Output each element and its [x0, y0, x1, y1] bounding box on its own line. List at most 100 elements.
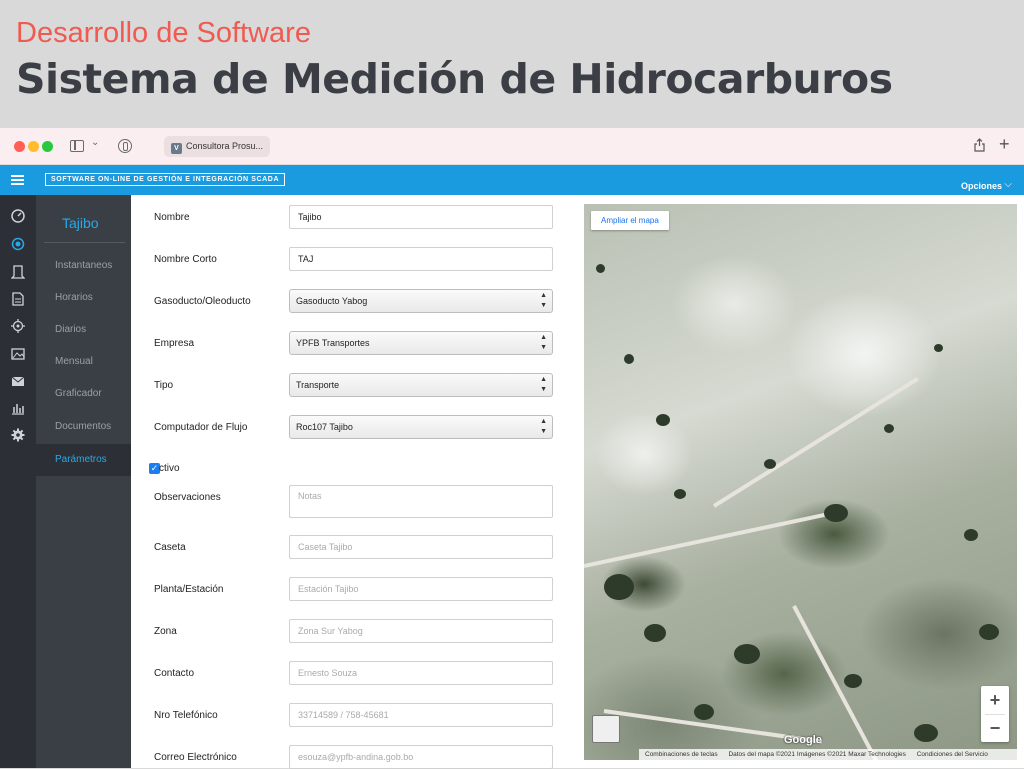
section-nav: Tajibo Instantaneos Horarios Diarios Men…	[36, 195, 131, 768]
nav-item-instantaneos[interactable]: Instantaneos	[36, 250, 131, 282]
map-tree	[604, 574, 634, 600]
nav-item-horarios[interactable]: Horarios	[36, 282, 131, 314]
close-window-button[interactable]	[14, 141, 25, 152]
gasoducto-value: Gasoducto Yabog	[296, 296, 368, 306]
correo-label: Correo Electrónico	[154, 752, 237, 763]
nombre-label: Nombre	[154, 212, 190, 223]
nombre-input[interactable]: Tajibo	[289, 205, 553, 229]
nav-item-graficador[interactable]: Graficador	[36, 378, 131, 410]
gasoducto-label: Gasoducto/Oleoducto	[154, 296, 251, 307]
browser-tab[interactable]: V Consultora Prosu...	[164, 136, 270, 157]
observaciones-textarea[interactable]: Notas	[289, 485, 553, 518]
chevron-down-icon: ▼	[540, 428, 547, 435]
zona-input[interactable]: Zona Sur Yabog	[289, 619, 553, 643]
map-tree	[674, 489, 686, 499]
map-road	[712, 377, 919, 508]
map-attribution: Combinaciones de teclas Datos del mapa ©…	[639, 749, 1017, 760]
enlarge-map-button[interactable]: Ampliar el mapa	[591, 211, 669, 230]
computador-label: Computador de Flujo	[154, 422, 248, 433]
caseta-label: Caseta	[154, 542, 186, 553]
browser-toolbar: ⌄ V Consultora Prosu... +	[0, 128, 1024, 165]
hamburger-menu-icon[interactable]	[11, 175, 24, 185]
crosshair-icon[interactable]	[11, 319, 25, 333]
map-tree	[844, 674, 862, 688]
activo-label: ctivo	[159, 463, 180, 474]
map-tree	[824, 504, 848, 522]
planta-label: Planta/Estación	[154, 584, 224, 595]
map-data-credit: Datos del mapa ©2021 Imágenes ©2021 Maxa…	[728, 751, 906, 758]
terms-link[interactable]: Condiciones del Servicio	[917, 751, 988, 758]
device-icon[interactable]	[11, 265, 25, 279]
nav-item-parametros[interactable]: Parámetros	[36, 444, 131, 476]
empresa-label: Empresa	[154, 338, 195, 349]
nav-item-documentos[interactable]: Documentos	[36, 411, 131, 443]
computador-select[interactable]: Roc107 Tajibo ▲ ▼	[289, 415, 553, 439]
map-tree	[656, 414, 670, 426]
privacy-shield-icon[interactable]	[118, 139, 132, 153]
slide-title: Sistema de Medición de Hidrocarburos	[16, 55, 893, 103]
map-tree	[764, 459, 776, 469]
tipo-select[interactable]: Transporte ▲ ▼	[289, 373, 553, 397]
chevron-down-icon: ▼	[540, 344, 547, 351]
icon-rail	[0, 195, 36, 768]
map-tree	[914, 724, 938, 742]
tab-title: Consultora Prosu...	[186, 141, 264, 151]
nombre-corto-input[interactable]: TAJ	[289, 247, 553, 271]
bar-chart-icon[interactable]	[11, 401, 25, 415]
google-logo: Google	[784, 734, 822, 746]
map-tree	[934, 344, 943, 352]
minimize-window-button[interactable]	[28, 141, 39, 152]
gear-icon[interactable]	[11, 428, 25, 442]
chevron-down-icon: ▼	[540, 302, 547, 309]
nav-divider	[44, 242, 125, 243]
zoom-out-button[interactable]: −	[981, 714, 1009, 742]
maximize-window-button[interactable]	[42, 141, 53, 152]
slide-subtitle: Desarrollo de Software	[16, 17, 311, 49]
empresa-select[interactable]: YPFB Transportes ▲ ▼	[289, 331, 553, 355]
contacto-input[interactable]: Ernesto Souza	[289, 661, 553, 685]
share-icon[interactable]	[974, 138, 985, 152]
correo-input[interactable]: esouza@ypfb-andina.gob.bo	[289, 745, 553, 769]
gasoducto-select[interactable]: Gasoducto Yabog ▲ ▼	[289, 289, 553, 313]
dashboard-icon[interactable]	[11, 209, 25, 223]
chevron-down-icon: ▼	[540, 386, 547, 393]
parameters-form: Nombre Tajibo Nombre Corto TAJ Gasoducto…	[131, 195, 571, 769]
map-road	[584, 509, 839, 568]
map-tree	[884, 424, 894, 433]
new-tab-icon[interactable]: +	[999, 134, 1010, 155]
brand-label: SOFTWARE ON-LINE DE GESTIÓN E INTEGRACIÓ…	[45, 173, 286, 186]
satellite-map[interactable]: Ampliar el mapa + − Google Combinaciones…	[584, 204, 1017, 760]
document-icon[interactable]	[11, 292, 25, 306]
map-tree	[596, 264, 605, 273]
options-menu[interactable]: Opciones	[961, 181, 1002, 191]
map-tree	[979, 624, 999, 640]
zoom-in-button[interactable]: +	[981, 686, 1009, 714]
tipo-value: Transporte	[296, 380, 340, 390]
tipo-label: Tipo	[154, 380, 174, 391]
map-type-toggle[interactable]	[592, 715, 620, 743]
chevron-down-icon[interactable]: ⌵	[1004, 179, 1012, 190]
keyboard-shortcuts-link[interactable]: Combinaciones de teclas	[645, 751, 718, 758]
telefono-input[interactable]: 33714589 / 758-45681	[289, 703, 553, 727]
nav-item-diarios[interactable]: Diarios	[36, 314, 131, 346]
caseta-input[interactable]: Caseta Tajibo	[289, 535, 553, 559]
station-title: Tajibo	[62, 215, 99, 231]
mail-icon[interactable]	[11, 374, 25, 388]
app-topbar: SOFTWARE ON-LINE DE GESTIÓN E INTEGRACIÓ…	[0, 165, 1024, 195]
map-tree	[694, 704, 714, 720]
nav-item-mensual[interactable]: Mensual	[36, 346, 131, 378]
zona-label: Zona	[154, 626, 177, 637]
map-tree	[734, 644, 760, 664]
chevron-down-icon[interactable]: ⌄	[91, 137, 99, 148]
planta-input[interactable]: Estación Tajibo	[289, 577, 553, 601]
target-icon[interactable]	[11, 237, 25, 251]
nombre-corto-label: Nombre Corto	[154, 254, 217, 265]
sidebar-toggle-icon[interactable]	[70, 140, 84, 152]
zoom-control: + −	[981, 686, 1009, 742]
map-tree	[964, 529, 978, 541]
contacto-label: Contacto	[154, 668, 195, 679]
computador-value: Roc107 Tajibo	[296, 422, 353, 432]
slide-header: Desarrollo de Software Sistema de Medici…	[0, 0, 1024, 128]
image-icon[interactable]	[11, 347, 25, 361]
map-tree	[644, 624, 666, 642]
